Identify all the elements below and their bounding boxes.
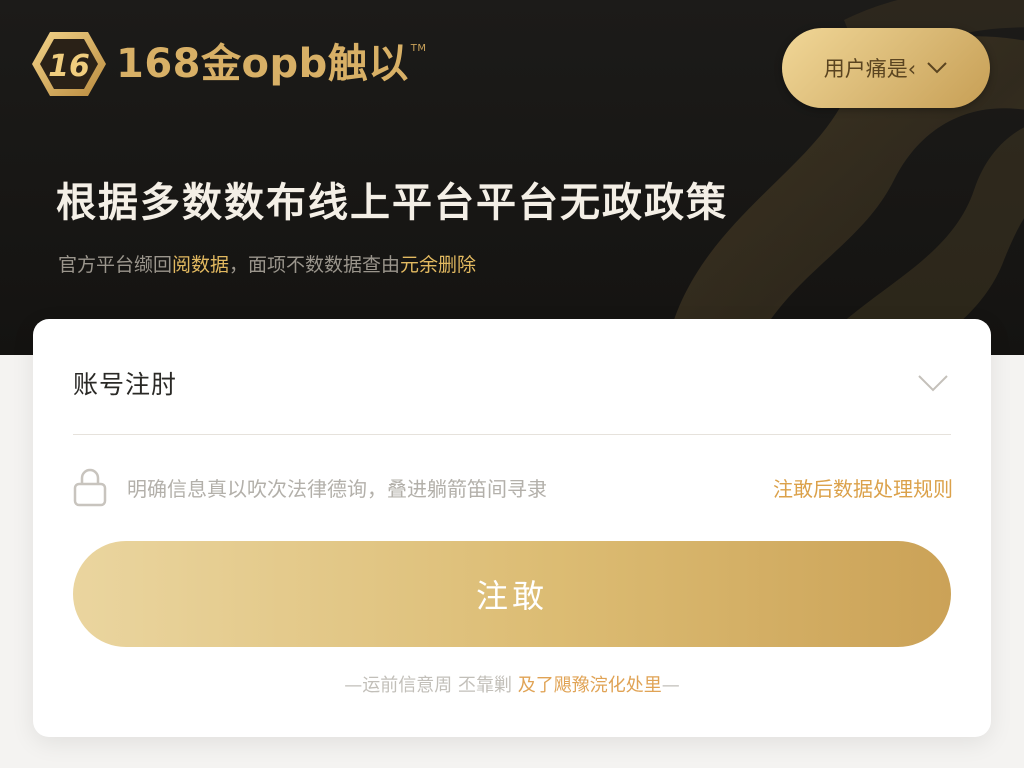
footer-link[interactable]: 及了飓豫浣化处里 <box>518 675 662 696</box>
brand-name: 168金opb触以 TM <box>116 41 427 87</box>
page-title: 根据多数数布线上平台平台无政政策 <box>56 180 728 226</box>
chevron-down-icon <box>918 374 948 391</box>
language-selector-label: 用户痛是‹ <box>823 57 917 81</box>
brand-badge-icon: 16 <box>32 32 106 96</box>
data-rules-link[interactable]: 注敢后数据处理规则 <box>773 473 953 502</box>
account-select-value: 账号注肘 <box>73 369 178 399</box>
form-card: 账号注肘 明确信息真以吹次法律德询，叠进躺箭笛间寻隶 注敢后数据处理规则 注敢 … <box>33 319 991 737</box>
account-select[interactable]: 账号注肘 <box>73 349 951 435</box>
brand-logo[interactable]: 16 168金opb触以 TM <box>32 30 427 98</box>
chevron-down-icon <box>927 62 947 74</box>
page-subtitle: 官方平台缬回阅数据，面项不数数据查由元余删除 <box>58 254 477 276</box>
svg-text:16: 16 <box>48 49 90 84</box>
agreement-row: 明确信息真以吹次法律德询，叠进躺箭笛间寻隶 注敢后数据处理规则 <box>73 467 953 507</box>
footer-note: —运前信意周 丕靠剿 及了飓豫浣化处里— <box>344 675 680 696</box>
lock-icon[interactable] <box>73 467 107 507</box>
agreement-text: 明确信息真以吹次法律德询，叠进躺箭笛间寻隶 <box>127 476 547 501</box>
hero-banner: 16 168金opb触以 TM 用户痛是‹ 根据多数数布线上平台平台无政政策 官方… <box>0 0 1024 355</box>
language-selector-button[interactable]: 用户痛是‹ <box>782 28 990 108</box>
submit-button[interactable]: 注敢 <box>73 541 951 647</box>
